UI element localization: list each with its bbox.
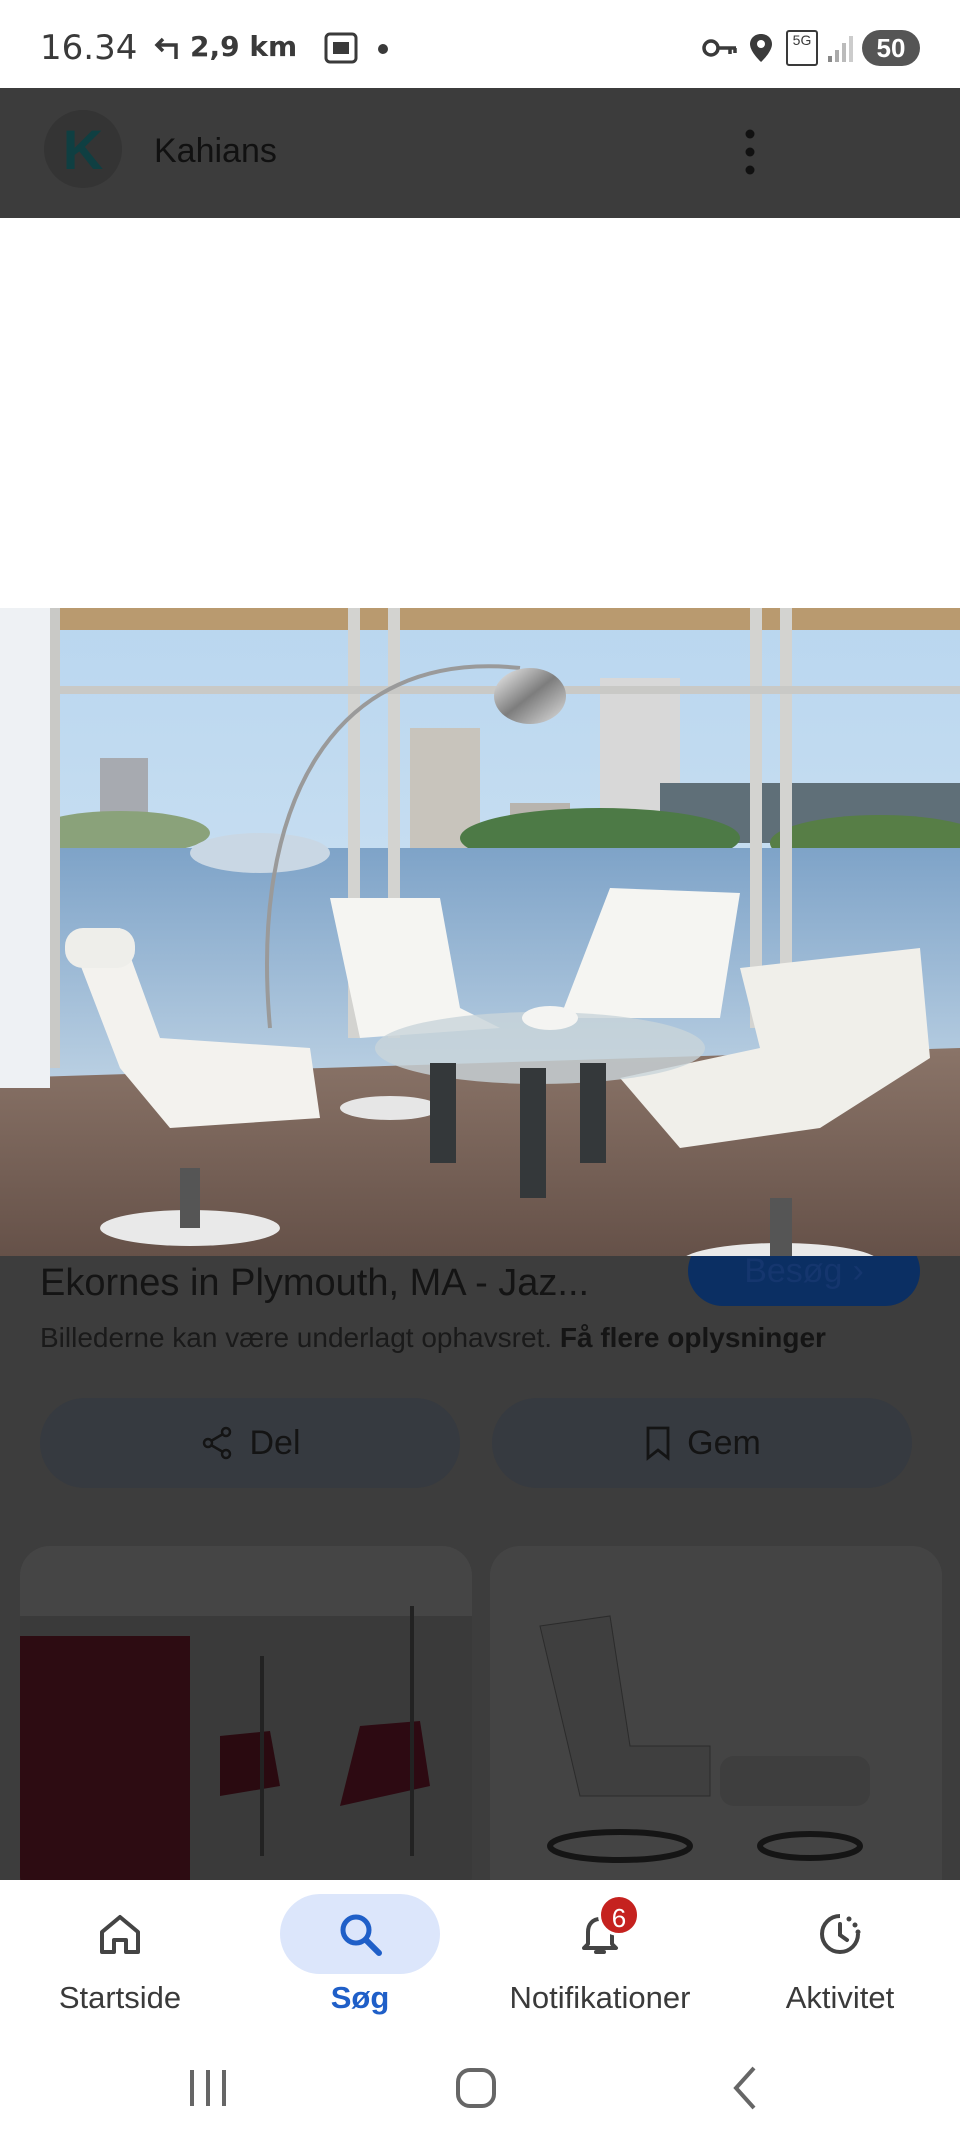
nav-notifications[interactable]: Notifikationer [480, 1880, 720, 2030]
app-header: K Kahians [0, 88, 960, 218]
preview-image[interactable] [0, 608, 960, 1298]
result-title[interactable]: Ekornes in Plymouth, MA - Jaz... [40, 1262, 589, 1305]
navigation-indicator: 2,9 km [150, 30, 297, 63]
nav-activity-label: Aktivitet [785, 1980, 895, 2015]
share-button[interactable]: Del [40, 1398, 460, 1488]
site-title: Kahians [154, 132, 277, 170]
related-image-thumbnail[interactable] [20, 1546, 472, 1880]
back-icon[interactable] [726, 2064, 766, 2112]
share-icon [203, 1426, 232, 1460]
nav-search[interactable]: Søg [240, 1880, 480, 2030]
recent-apps-icon[interactable] [186, 2066, 230, 2110]
system-navigation-bar [0, 2030, 960, 2140]
signal-icon [828, 36, 853, 62]
copyright-notice: Billederne kan være underlagt ophavsret.… [40, 1322, 826, 1353]
turn-left-arrow-icon [154, 37, 178, 59]
site-logo[interactable]: K [44, 110, 122, 188]
more-info-link[interactable]: Få flere oplysninger [560, 1322, 826, 1353]
nav-home-label: Startside [58, 1980, 182, 2015]
image-preview-area [0, 218, 960, 1298]
bookmark-icon [646, 1426, 670, 1461]
share-label: Del [249, 1423, 301, 1462]
bottom-navigation: Startside Søg Notifikationer 6 Aktivitet [0, 1880, 960, 2030]
dimmed-result-panel: Besøg › Ekornes in Plymouth, MA - Jaz...… [0, 1256, 960, 1880]
notification-count-badge: 6 [598, 1894, 640, 1936]
chevron-right-icon: › [852, 1256, 864, 1290]
nav-search-label: Søg [330, 1980, 390, 2015]
screenshot-icon [324, 32, 358, 64]
visit-button[interactable]: Besøg › [688, 1256, 920, 1306]
vpn-key-icon [702, 39, 737, 57]
save-label: Gem [687, 1423, 761, 1462]
location-icon [750, 34, 772, 62]
nav-distance: 2,9 km [190, 30, 298, 63]
more-options-icon[interactable] [732, 128, 768, 176]
nav-home[interactable]: Startside [0, 1880, 240, 2030]
nav-activity[interactable]: Aktivitet [720, 1880, 960, 2030]
home-icon [100, 1915, 140, 1954]
status-time: 16.34 [40, 28, 138, 68]
notification-dot [378, 44, 388, 54]
history-icon [820, 1914, 861, 1954]
network-5g-icon: 5G [786, 30, 818, 66]
nav-notifications-label: Notifikationer [509, 1980, 691, 2015]
status-bar: 16.34 2,9 km 5G 50 [0, 0, 960, 88]
battery-indicator: 50 [862, 30, 920, 66]
save-button[interactable]: Gem [492, 1398, 912, 1488]
home-button-icon[interactable] [454, 2066, 498, 2110]
search-icon [340, 1914, 382, 1956]
related-image-thumbnail[interactable] [490, 1546, 942, 1880]
